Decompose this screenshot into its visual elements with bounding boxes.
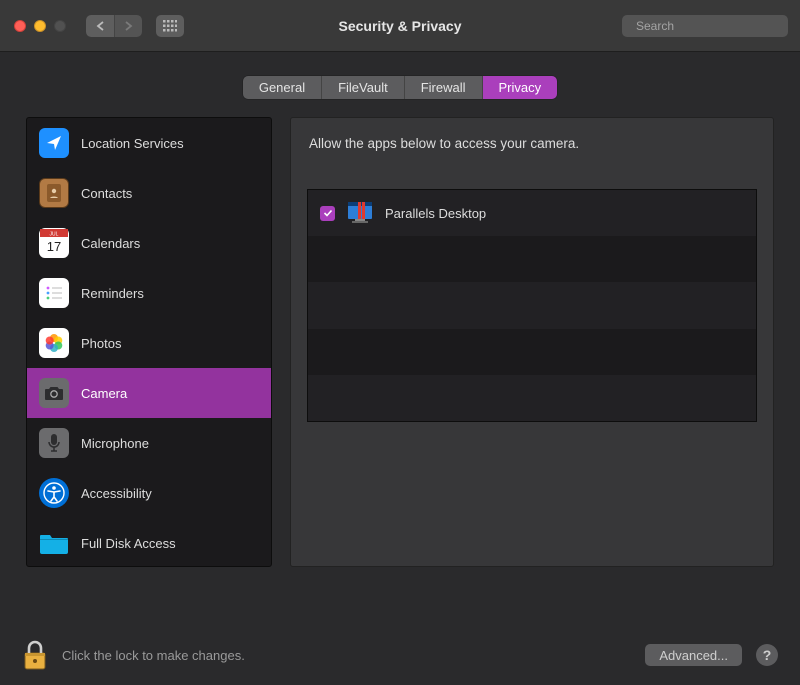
tab-privacy[interactable]: Privacy (482, 76, 558, 99)
address-book-icon (39, 178, 69, 208)
sidebar-item-calendars[interactable]: JUL17 Calendars (27, 218, 271, 268)
privacy-sidebar: Location Services Contacts JUL17 Calendars R… (26, 117, 272, 567)
sidebar-item-full-disk-access[interactable]: Full Disk Access (27, 518, 271, 567)
privacy-detail: Allow the apps below to access your came… (290, 117, 774, 567)
nav-history (86, 15, 142, 37)
sidebar-item-contacts[interactable]: Contacts (27, 168, 271, 218)
accessibility-icon (39, 478, 69, 508)
show-all-preferences-button[interactable] (156, 15, 184, 37)
svg-text:17: 17 (47, 239, 61, 254)
grid-icon (163, 20, 177, 32)
advanced-button[interactable]: Advanced... (645, 644, 742, 666)
sidebar-item-reminders[interactable]: Reminders (27, 268, 271, 318)
sidebar-item-label: Camera (81, 386, 127, 401)
main-content: Location Services Contacts JUL17 Calendars R… (0, 117, 800, 567)
sidebar-item-photos[interactable]: Photos (27, 318, 271, 368)
sidebar-item-camera[interactable]: Camera (27, 368, 271, 418)
app-checkbox[interactable] (320, 206, 335, 221)
parallels-icon (345, 198, 375, 228)
app-row-empty (308, 329, 756, 375)
sidebar-item-label: Contacts (81, 186, 132, 201)
sidebar-item-location-services[interactable]: Location Services (27, 118, 271, 168)
app-row-empty (308, 375, 756, 421)
microphone-icon (39, 428, 69, 458)
app-row-empty (308, 282, 756, 328)
app-name: Parallels Desktop (385, 206, 486, 221)
svg-text:JUL: JUL (50, 232, 59, 238)
location-arrow-icon (39, 128, 69, 158)
chevron-right-icon (124, 21, 133, 31)
close-window-button[interactable] (14, 20, 26, 32)
chevron-left-icon (96, 21, 105, 31)
photos-icon (39, 328, 69, 358)
traffic-lights (14, 20, 66, 32)
zoom-window-button (54, 20, 66, 32)
sidebar-item-accessibility[interactable]: Accessibility (27, 468, 271, 518)
title-bar: Security & Privacy (0, 0, 800, 52)
sidebar-item-label: Calendars (81, 236, 140, 251)
tab-firewall[interactable]: Firewall (404, 76, 482, 99)
checkmark-icon (323, 208, 333, 218)
search-field[interactable] (622, 15, 788, 37)
sidebar-item-label: Microphone (81, 436, 149, 451)
app-row: Parallels Desktop (308, 190, 756, 236)
folder-icon (39, 528, 69, 558)
camera-icon (39, 378, 69, 408)
detail-prompt: Allow the apps below to access your came… (309, 136, 755, 151)
lock-hint: Click the lock to make changes. (62, 648, 245, 663)
sidebar-item-label: Photos (81, 336, 121, 351)
lock-icon (22, 639, 48, 671)
tab-bar: GeneralFileVaultFirewallPrivacy (0, 52, 800, 117)
footer: Click the lock to make changes. Advanced… (0, 625, 800, 685)
calendar-icon: JUL17 (39, 228, 69, 258)
tab-general[interactable]: General (243, 76, 321, 99)
back-button[interactable] (86, 15, 114, 37)
minimize-window-button[interactable] (34, 20, 46, 32)
sidebar-item-label: Accessibility (81, 486, 152, 501)
tab-filevault[interactable]: FileVault (321, 76, 404, 99)
lock-button[interactable] (22, 639, 48, 671)
app-row-empty (308, 236, 756, 282)
forward-button (114, 15, 142, 37)
help-button[interactable]: ? (756, 644, 778, 666)
reminders-icon (39, 278, 69, 308)
app-list: Parallels Desktop (307, 189, 757, 422)
sidebar-item-label: Full Disk Access (81, 536, 176, 551)
search-input[interactable] (636, 19, 791, 33)
sidebar-item-label: Location Services (81, 136, 184, 151)
sidebar-item-label: Reminders (81, 286, 144, 301)
sidebar-item-microphone[interactable]: Microphone (27, 418, 271, 468)
